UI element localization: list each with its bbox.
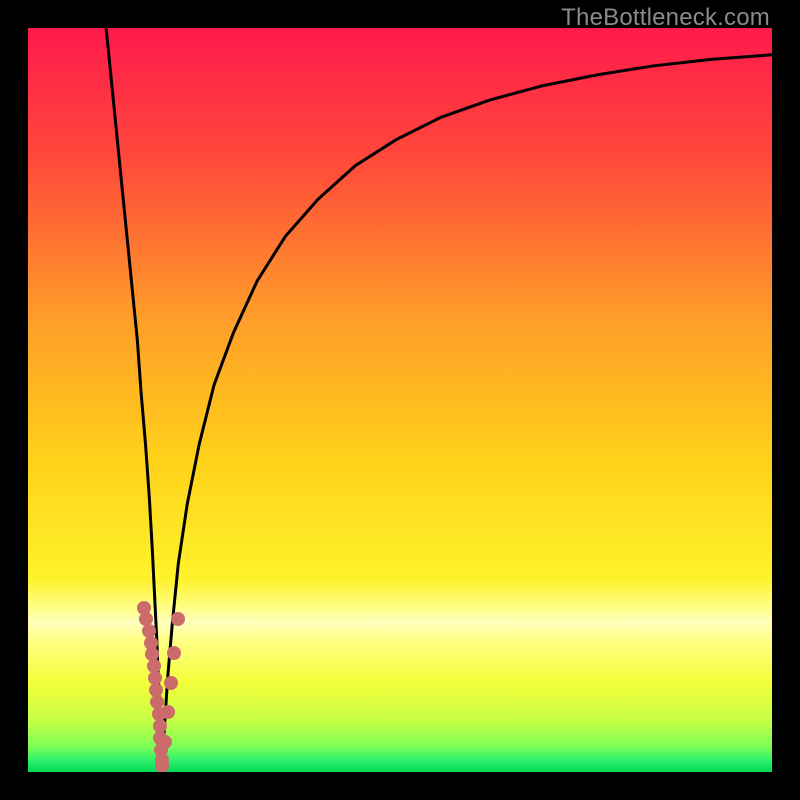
data-dot [161,705,175,719]
watermark-text: TheBottleneck.com [561,4,770,32]
data-dots [28,28,772,772]
data-dot [171,612,185,626]
data-dot [167,646,181,660]
data-dot [155,759,169,772]
data-dot [158,735,172,749]
chart-frame: TheBottleneck.com [0,0,800,800]
plot-area [28,28,772,772]
data-dot [164,676,178,690]
